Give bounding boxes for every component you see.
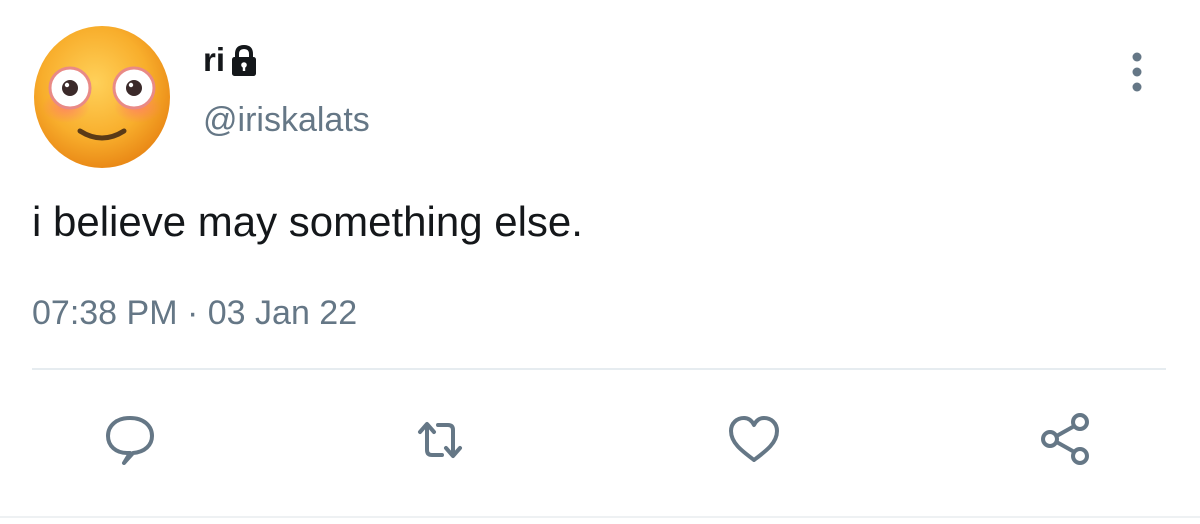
reply-icon bbox=[106, 416, 154, 465]
reply-button[interactable] bbox=[100, 410, 160, 470]
lock-icon bbox=[229, 44, 259, 78]
tweet-actions-bar bbox=[0, 410, 1200, 470]
avatar[interactable] bbox=[32, 25, 172, 170]
user-name-row: ri bbox=[203, 38, 259, 82]
share-button[interactable] bbox=[1036, 410, 1096, 470]
tweet-text: i believe may something else. bbox=[32, 198, 583, 245]
more-options-button[interactable] bbox=[1122, 50, 1152, 94]
bottom-divider bbox=[0, 516, 1200, 518]
tweet-timestamp[interactable]: 07:38 PM · 03 Jan 22 bbox=[32, 294, 357, 333]
flushed-face-emoji-icon bbox=[34, 26, 170, 168]
heart-icon bbox=[729, 416, 779, 462]
retweet-button[interactable] bbox=[410, 410, 470, 470]
timestamp-separator: · bbox=[186, 294, 199, 332]
retweet-icon bbox=[418, 422, 462, 458]
user-handle[interactable]: @iriskalats bbox=[203, 101, 370, 140]
tweet-date: 03 Jan 22 bbox=[207, 294, 358, 332]
more-vertical-icon bbox=[1132, 52, 1142, 92]
display-name[interactable]: ri bbox=[203, 41, 225, 79]
divider bbox=[32, 368, 1166, 370]
tweet-card: ri @iriskalats i believe may something e… bbox=[0, 0, 1200, 524]
like-button[interactable] bbox=[724, 410, 784, 470]
share-icon bbox=[1041, 413, 1089, 465]
tweet-time: 07:38 PM bbox=[32, 294, 178, 332]
